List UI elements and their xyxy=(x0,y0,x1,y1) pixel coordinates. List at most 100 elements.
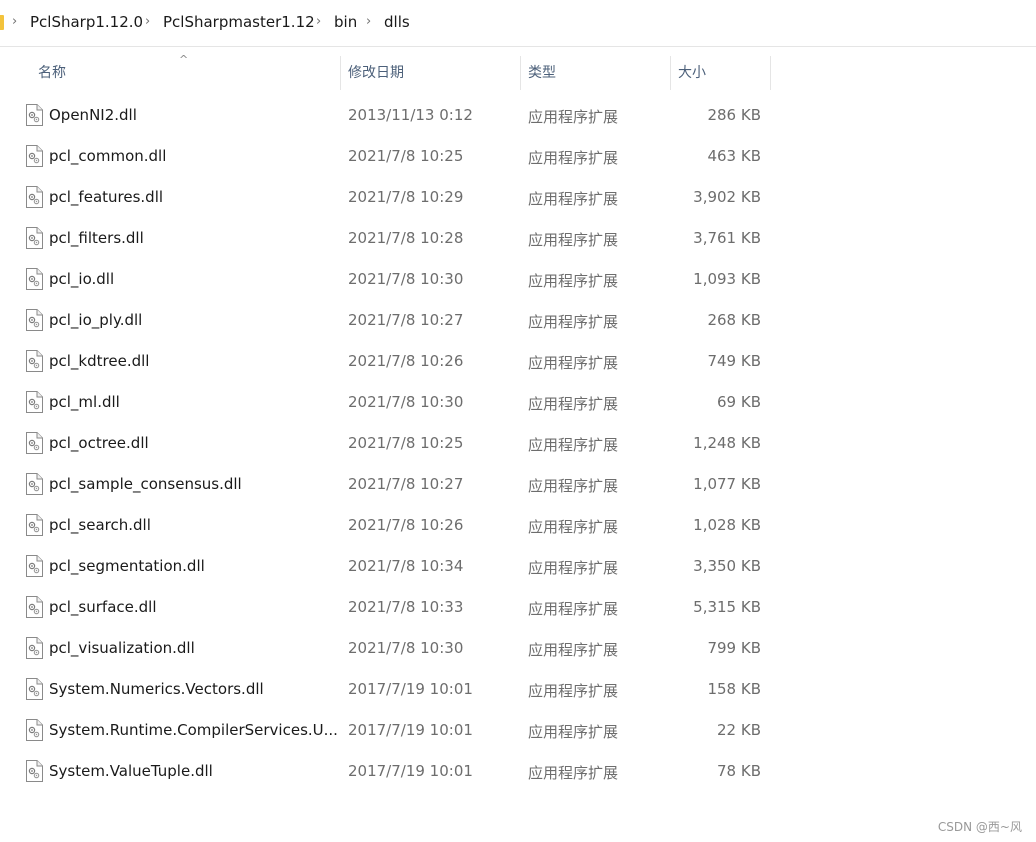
file-size: 799 KB xyxy=(707,639,761,657)
file-row[interactable]: pcl_ml.dll 2021/7/8 10:30 应用程序扩展 69 KB xyxy=(20,383,772,421)
chevron-right-icon[interactable]: › xyxy=(366,14,371,29)
dll-file-icon xyxy=(25,719,43,741)
column-divider[interactable] xyxy=(770,56,771,90)
file-row[interactable]: pcl_visualization.dll 2021/7/8 10:30 应用程序扩… xyxy=(20,629,772,667)
column-header-type[interactable]: 类型 xyxy=(528,58,666,88)
file-row[interactable]: pcl_segmentation.dll 2021/7/8 10:34 应用程序扩展… xyxy=(20,547,772,585)
breadcrumb-item[interactable]: PclSharp1.12.0 xyxy=(30,13,143,31)
file-type: 应用程序扩展 xyxy=(528,600,619,618)
file-size: 1,077 KB xyxy=(693,475,761,493)
file-size: 286 KB xyxy=(707,106,761,124)
file-modified-date: 2021/7/8 10:28 xyxy=(348,229,464,247)
file-row[interactable]: pcl_filters.dll 2021/7/8 10:28 应用程序扩展 3,761… xyxy=(20,219,772,257)
file-modified-date: 2021/7/8 10:29 xyxy=(348,188,464,206)
file-modified-date: 2021/7/8 10:27 xyxy=(348,311,464,329)
file-size: 1,093 KB xyxy=(693,270,761,288)
file-type: 应用程序扩展 xyxy=(528,559,619,577)
chevron-right-icon[interactable]: › xyxy=(12,14,17,29)
file-modified-date: 2017/7/19 10:01 xyxy=(348,721,473,739)
file-row[interactable]: System.Runtime.CompilerServices.U... 2017… xyxy=(20,711,772,749)
file-type: 应用程序扩展 xyxy=(528,764,619,782)
file-name: pcl_octree.dll xyxy=(49,434,149,452)
file-modified-date: 2021/7/8 10:25 xyxy=(348,147,464,165)
folder-icon xyxy=(0,15,4,30)
file-modified-date: 2021/7/8 10:27 xyxy=(348,475,464,493)
file-modified-date: 2021/7/8 10:33 xyxy=(348,598,464,616)
dll-file-icon xyxy=(25,145,43,167)
file-modified-date: 2021/7/8 10:30 xyxy=(348,639,464,657)
file-size: 3,902 KB xyxy=(693,188,761,206)
file-size: 22 KB xyxy=(717,721,761,739)
file-name: pcl_surface.dll xyxy=(49,598,157,616)
file-modified-date: 2021/7/8 10:26 xyxy=(348,352,464,370)
column-header-name[interactable]: 名称 xyxy=(38,58,338,88)
dll-file-icon xyxy=(25,514,43,536)
file-type: 应用程序扩展 xyxy=(528,395,619,413)
file-row[interactable]: pcl_surface.dll 2021/7/8 10:33 应用程序扩展 5,315… xyxy=(20,588,772,626)
file-name: pcl_sample_consensus.dll xyxy=(49,475,242,493)
dll-file-icon xyxy=(25,760,43,782)
file-type: 应用程序扩展 xyxy=(528,108,619,126)
file-size: 158 KB xyxy=(707,680,761,698)
file-row[interactable]: pcl_kdtree.dll 2021/7/8 10:26 应用程序扩展 749 KB xyxy=(20,342,772,380)
column-divider[interactable] xyxy=(520,56,521,90)
file-modified-date: 2017/7/19 10:01 xyxy=(348,680,473,698)
file-name: pcl_filters.dll xyxy=(49,229,144,247)
dll-file-icon xyxy=(25,473,43,495)
column-header-date[interactable]: 修改日期 xyxy=(348,58,516,88)
file-size: 3,761 KB xyxy=(693,229,761,247)
file-name: System.ValueTuple.dll xyxy=(49,762,213,780)
chevron-right-icon[interactable]: › xyxy=(145,14,150,29)
file-name: pcl_common.dll xyxy=(49,147,167,165)
breadcrumb-item[interactable]: dlls xyxy=(384,13,410,31)
file-row[interactable]: System.ValueTuple.dll 2017/7/19 10:01 应用程序… xyxy=(20,752,772,790)
file-size: 463 KB xyxy=(707,147,761,165)
file-type: 应用程序扩展 xyxy=(528,231,619,249)
dll-file-icon xyxy=(25,186,43,208)
column-divider[interactable] xyxy=(340,56,341,90)
file-type: 应用程序扩展 xyxy=(528,149,619,167)
file-name: pcl_io_ply.dll xyxy=(49,311,143,329)
file-type: 应用程序扩展 xyxy=(528,272,619,290)
file-size: 78 KB xyxy=(717,762,761,780)
file-row[interactable]: pcl_sample_consensus.dll 2021/7/8 10:27 应用… xyxy=(20,465,772,503)
file-type: 应用程序扩展 xyxy=(528,641,619,659)
file-name: pcl_ml.dll xyxy=(49,393,120,411)
column-header-size[interactable]: 大小 xyxy=(678,58,766,88)
file-row[interactable]: pcl_octree.dll 2021/7/8 10:25 应用程序扩展 1,248 … xyxy=(20,424,772,462)
file-row[interactable]: OpenNI2.dll 2013/11/13 0:12 应用程序扩展 286 KB xyxy=(20,96,772,134)
file-type: 应用程序扩展 xyxy=(528,477,619,495)
file-name: pcl_search.dll xyxy=(49,516,151,534)
file-name: pcl_segmentation.dll xyxy=(49,557,205,575)
file-modified-date: 2021/7/8 10:26 xyxy=(348,516,464,534)
file-size: 1,028 KB xyxy=(693,516,761,534)
file-name: OpenNI2.dll xyxy=(49,106,137,124)
dll-file-icon xyxy=(25,432,43,454)
dll-file-icon xyxy=(25,391,43,413)
breadcrumb-item[interactable]: PclSharpmaster1.12 xyxy=(163,13,315,31)
column-divider[interactable] xyxy=(670,56,671,90)
chevron-right-icon[interactable]: › xyxy=(316,14,321,29)
file-size: 749 KB xyxy=(707,352,761,370)
dll-file-icon xyxy=(25,350,43,372)
file-size: 69 KB xyxy=(717,393,761,411)
dll-file-icon xyxy=(25,596,43,618)
file-row[interactable]: pcl_io.dll 2021/7/8 10:30 应用程序扩展 1,093 KB xyxy=(20,260,772,298)
file-row[interactable]: pcl_io_ply.dll 2021/7/8 10:27 应用程序扩展 268 KB xyxy=(20,301,772,339)
dll-file-icon xyxy=(25,637,43,659)
file-row[interactable]: pcl_common.dll 2021/7/8 10:25 应用程序扩展 463 KB xyxy=(20,137,772,175)
file-name: pcl_kdtree.dll xyxy=(49,352,150,370)
file-row[interactable]: pcl_features.dll 2021/7/8 10:29 应用程序扩展 3,90… xyxy=(20,178,772,216)
file-type: 应用程序扩展 xyxy=(528,682,619,700)
file-name: pcl_features.dll xyxy=(49,188,164,206)
breadcrumb-item[interactable]: bin xyxy=(334,13,357,31)
file-size: 268 KB xyxy=(707,311,761,329)
dll-file-icon xyxy=(25,104,43,126)
dll-file-icon xyxy=(25,268,43,290)
file-row[interactable]: pcl_search.dll 2021/7/8 10:26 应用程序扩展 1,028 … xyxy=(20,506,772,544)
file-type: 应用程序扩展 xyxy=(528,190,619,208)
file-modified-date: 2017/7/19 10:01 xyxy=(348,762,473,780)
file-row[interactable]: System.Numerics.Vectors.dll 2017/7/19 10:… xyxy=(20,670,772,708)
address-bar[interactable]: › PclSharp1.12.0 › PclSharpmaster1.12 › … xyxy=(0,0,1036,47)
file-size: 3,350 KB xyxy=(693,557,761,575)
